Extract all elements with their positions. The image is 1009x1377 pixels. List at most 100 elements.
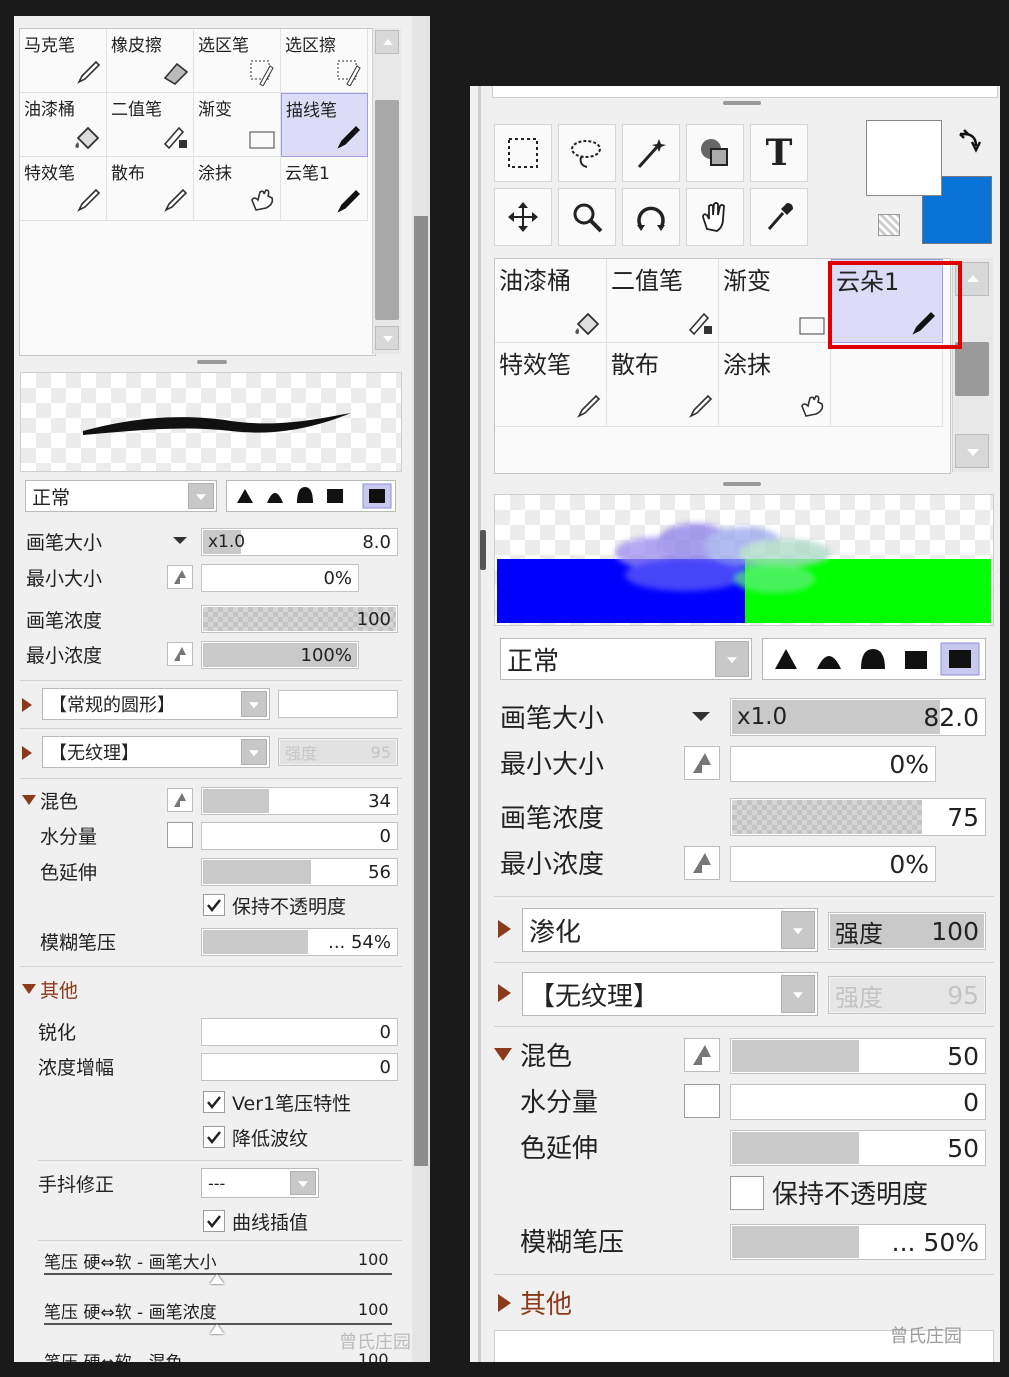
other-collapse-icon[interactable] [22, 984, 36, 994]
left-brush-2-3[interactable]: 云笔1 [281, 157, 368, 221]
panel-scrollbar[interactable] [412, 16, 430, 1362]
right-min-density-slider[interactable]: 0% [730, 846, 936, 882]
right-blend-mode-dropdown[interactable] [715, 641, 749, 677]
texture-dropdown[interactable] [241, 739, 267, 765]
left-brush-0-0[interactable]: 马克笔 [20, 29, 107, 93]
pressure-size-handle[interactable] [210, 1274, 224, 1284]
color-stretch-slider[interactable]: 56 [201, 858, 398, 886]
left-brush-1-2[interactable]: 渐变 [194, 93, 281, 157]
right-blend-mode-select[interactable]: 正常 [500, 638, 752, 680]
right-brush-1-0[interactable]: 特效笔 [495, 343, 607, 427]
right-mix-slider[interactable]: 50 [730, 1038, 986, 1074]
shape-strength-field[interactable] [278, 690, 398, 718]
min-density-pressure-icon[interactable] [167, 642, 193, 666]
mix-slider[interactable]: 34 [201, 787, 398, 815]
right-brush-size-slider[interactable]: x1.0 82.0 [730, 698, 986, 736]
left-brush-2-1[interactable]: 散布 [107, 157, 194, 221]
brush-size-dropdown-icon[interactable] [173, 537, 187, 544]
lasso-tool[interactable] [558, 124, 616, 182]
pressure-density-handle[interactable] [210, 1324, 224, 1334]
brush-grid-scrollbar[interactable] [372, 28, 401, 354]
brush-tip-shapes[interactable] [226, 480, 396, 512]
min-density-slider[interactable]: 100% [201, 641, 359, 669]
foreground-color-swatch[interactable] [866, 120, 942, 196]
eyedropper-tool[interactable] [750, 188, 808, 246]
curve-interp-checkbox[interactable] [203, 1210, 225, 1232]
texture-select[interactable]: 【无纹理】 [42, 736, 270, 768]
right-min-size-slider[interactable]: 0% [730, 746, 936, 782]
right-brush-tip-shapes[interactable] [762, 638, 986, 680]
left-brush-1-3[interactable]: 描线笔 [281, 93, 368, 157]
water-slider[interactable]: 0 [201, 822, 398, 850]
min-size-slider[interactable]: 0% [201, 564, 359, 592]
left-brush-0-2[interactable]: 选区笔 [194, 29, 281, 93]
right-brush-1-1[interactable]: 散布 [607, 343, 719, 427]
right-brush-1-2[interactable]: 涂抹 [719, 343, 831, 427]
right-scroll-down-button[interactable] [955, 434, 989, 468]
rotate-tool[interactable] [622, 188, 680, 246]
right-min-size-pressure-icon[interactable] [684, 746, 720, 780]
right-shape-select[interactable]: 渗化 [522, 908, 818, 952]
blur-pressure-slider[interactable]: ... 54% [201, 928, 398, 956]
stabilizer-dropdown[interactable] [290, 1171, 316, 1195]
scroll-down-button[interactable] [375, 326, 399, 350]
blend-mode-dropdown[interactable] [188, 483, 214, 509]
top-splitter-grip[interactable] [723, 101, 761, 105]
texture-expand-icon[interactable] [22, 746, 32, 760]
keep-opacity-checkbox[interactable] [203, 894, 225, 916]
mid-splitter-grip[interactable] [723, 482, 761, 486]
left-brush-0-3[interactable]: 选区擦 [281, 29, 368, 93]
right-color-stretch-slider[interactable]: 50 [730, 1130, 986, 1166]
right-brush-0-0[interactable]: 油漆桶 [495, 259, 607, 343]
right-brush-0-1[interactable]: 二值笔 [607, 259, 719, 343]
zoom-tool[interactable] [558, 188, 616, 246]
right-texture-select[interactable]: 【无纹理】 [522, 972, 818, 1016]
right-shape-dropdown[interactable] [781, 911, 815, 949]
right-texture-dropdown[interactable] [781, 975, 815, 1013]
text-tool[interactable]: T [750, 124, 808, 182]
panel-scroll-thumb[interactable] [414, 216, 428, 1166]
sharpen-slider[interactable]: 0 [201, 1018, 398, 1046]
brush-density-slider[interactable]: 100 [201, 605, 398, 633]
left-brush-2-0[interactable]: 特效笔 [20, 157, 107, 221]
left-brush-1-1[interactable]: 二值笔 [107, 93, 194, 157]
right-water-slider[interactable]: 0 [730, 1084, 986, 1120]
left-edge-handle[interactable] [480, 530, 486, 570]
right-scroll-thumb[interactable] [955, 342, 989, 396]
right-mix-collapse-icon[interactable] [494, 1048, 512, 1061]
density-amp-slider[interactable]: 0 [201, 1053, 398, 1081]
mix-collapse-icon[interactable] [22, 795, 36, 805]
move-tool[interactable] [494, 188, 552, 246]
water-pressure-toggle[interactable] [167, 822, 193, 848]
shape-expand-icon[interactable] [22, 698, 32, 712]
right-water-pressure-toggle[interactable] [684, 1084, 720, 1118]
splitter-grip[interactable] [197, 360, 227, 364]
left-brush-2-2[interactable]: 涂抹 [194, 157, 281, 221]
right-min-density-pressure-icon[interactable] [684, 846, 720, 880]
magic-wand-tool[interactable] [622, 124, 680, 182]
right-mix-pressure-icon[interactable] [684, 1038, 720, 1072]
min-size-pressure-icon[interactable] [167, 565, 193, 589]
right-brush-size-dropdown-icon[interactable] [692, 712, 710, 721]
brush-shape-select[interactable]: 【常规的圆形】 [42, 688, 270, 720]
ver1-pressure-checkbox[interactable] [203, 1091, 225, 1113]
right-blur-pressure-slider[interactable]: ... 50% [730, 1224, 986, 1260]
tip-icons[interactable] [227, 481, 395, 511]
right-brush-0-2[interactable]: 渐变 [719, 259, 831, 343]
right-texture-expand-icon[interactable] [498, 984, 511, 1002]
scroll-up-button[interactable] [375, 30, 399, 54]
reduce-ripple-checkbox[interactable] [203, 1126, 225, 1148]
select-rect-tool[interactable] [494, 124, 552, 182]
right-shape-expand-icon[interactable] [498, 920, 511, 938]
scroll-thumb[interactable] [375, 100, 399, 320]
brush-shape-dropdown[interactable] [241, 691, 267, 717]
transparent-color-icon[interactable] [878, 214, 900, 236]
mix-pressure-icon[interactable] [167, 788, 193, 812]
right-density-slider[interactable]: 75 [730, 798, 986, 836]
right-other-expand-icon[interactable] [498, 1294, 511, 1312]
left-brush-0-1[interactable]: 橡皮擦 [107, 29, 194, 93]
hand-tool[interactable] [686, 188, 744, 246]
right-shape-strength-slider[interactable]: 强度 100 [828, 912, 986, 950]
right-tip-icons[interactable] [763, 639, 985, 679]
right-keep-opacity-checkbox[interactable] [730, 1176, 764, 1210]
